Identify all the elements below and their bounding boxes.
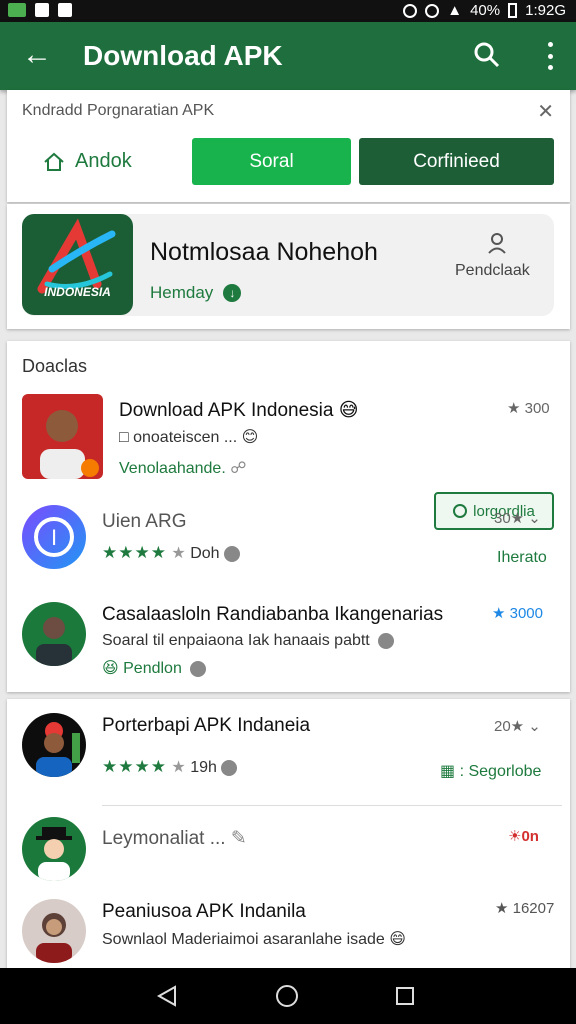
app-list-card: Porterbapi APK Indaneia ★★★★ ★ 19h 20★ ⌄… — [7, 699, 570, 969]
battery-icon — [508, 3, 518, 18]
svg-text:I: I — [51, 525, 57, 550]
image-notification-icon — [35, 3, 49, 17]
list-item[interactable]: Download APK Indonesia 😅 □ onoateiscen .… — [7, 391, 570, 530]
notification-icon — [8, 3, 26, 17]
featured-title: Notmlosaa Nohehoh — [150, 238, 378, 266]
featured-app-logo: INDONESIA — [22, 214, 133, 315]
app-subtitle: Soaral til enpaiaona Iak hanaais pabtt — [102, 632, 395, 650]
app-avatar — [22, 602, 86, 666]
app-rating-value: 20★ — [494, 718, 525, 735]
list-item[interactable]: Leymonaliat ... ✎ ☀0n — [7, 811, 570, 886]
globe-icon — [378, 632, 395, 649]
app-title: Porterbapi APK Indaneia — [102, 715, 311, 736]
app-title: Download APK Indonesia 😅 — [119, 399, 359, 422]
featured-action[interactable]: Pendclaak — [455, 262, 530, 280]
app-bar: ← Download APK — [0, 22, 576, 90]
bar-chart-icon: ▦ — [440, 763, 456, 780]
globe-icon — [220, 759, 237, 776]
app-title-text: Download APK Indonesia — [119, 400, 334, 421]
app-rating: ★ 16207 — [495, 900, 555, 917]
app-rating: 30★ ⌄ — [494, 510, 541, 527]
sync-icon — [425, 3, 440, 18]
app-rating-value: 30★ — [494, 510, 525, 527]
status-bar: ▲ 40% 1:92G — [0, 0, 576, 22]
app-status: Iherato — [497, 549, 547, 566]
app-avatar — [22, 817, 86, 881]
featured-app-card[interactable]: INDONESIA Notmlosaa Nohehoh Hemday ↓ Pen… — [7, 204, 570, 329]
app-rating-text: Doh — [190, 545, 220, 562]
app-status: ▦ : Segorlobe — [440, 763, 542, 780]
alarm-icon — [403, 3, 418, 18]
filter-card: Kndradd Porgnaratian APK ✕ Andok Soral C… — [7, 90, 570, 202]
app-developer-text: Venolaahande. — [119, 460, 226, 477]
nav-back-icon[interactable] — [156, 985, 178, 1007]
filter-label: Kndradd Porgnaratian APK — [22, 102, 215, 119]
list-item[interactable]: Peaniusoa APK Indanila Sownlaol Maderiai… — [7, 893, 570, 968]
globe-icon — [190, 660, 207, 677]
app-title: Leymonaliat ... ✎ — [102, 827, 247, 850]
system-navigation-bar — [0, 968, 576, 1024]
logo-text: INDONESIA — [44, 285, 111, 299]
app-rating: 20★ ⌄ — [494, 718, 541, 735]
app-status-text: Segorlobe — [468, 763, 542, 780]
list-item[interactable]: Porterbapi APK Indaneia ★★★★ ★ 19h 20★ ⌄… — [7, 709, 570, 799]
search-icon[interactable] — [474, 42, 500, 68]
app-avatar — [22, 713, 86, 777]
app-subtitle-text: onoateiscen ... — [133, 429, 238, 446]
app-subtitle: Sownlaol Maderiaimoi asaranlahe isade 😄 — [102, 931, 406, 948]
app-title-text: Leymonaliat ... — [102, 828, 226, 849]
featured-subtitle: Hemday ↓ — [150, 283, 242, 303]
app-subtitle-text: Soaral til enpaiaona Iak hanaais pabtt — [102, 632, 370, 649]
back-arrow-icon[interactable]: ← — [22, 40, 52, 70]
clock: 1:92G — [525, 2, 566, 19]
app-developer-text: Pendlon — [123, 660, 182, 677]
app-rating-row: ★★★★ ★ Doh — [102, 543, 240, 563]
divider — [102, 805, 562, 806]
battery-percent: 40% — [470, 2, 501, 19]
download-notification-icon — [58, 3, 72, 17]
app-list-card: Doaclas Download APK Indonesia 😅 □ onoat… — [7, 341, 570, 692]
user-icon — [488, 233, 506, 254]
close-icon[interactable]: ✕ — [537, 99, 554, 124]
confirm-button[interactable]: Corfinieed — [359, 138, 554, 185]
home-icon — [44, 152, 64, 171]
app-avatar — [22, 899, 86, 963]
more-options-icon[interactable] — [546, 42, 554, 70]
pencil-icon: ✎ — [230, 828, 247, 849]
sort-button[interactable]: Soral — [192, 138, 351, 185]
app-rating: ☀0n — [508, 828, 539, 845]
app-developer: 😆 Pendlon — [102, 658, 207, 678]
emoji-icon: 😅 — [338, 400, 359, 421]
app-title: Uien ARG — [102, 511, 187, 532]
section-title: Doaclas — [22, 356, 88, 376]
app-subtitle: □ onoateiscen ... 😊 — [119, 429, 259, 446]
app-title: Peaniusoa APK Indanila — [102, 901, 306, 922]
app-avatar: I — [22, 505, 86, 569]
app-avatar — [22, 394, 103, 479]
app-developer: Venolaahande. ☍ — [119, 458, 246, 478]
home-filter-button[interactable]: Andok — [43, 150, 132, 173]
list-item[interactable]: I Uien ARG ★★★★ ★ Doh 30★ ⌄ Iherato — [7, 501, 570, 581]
app-rating-row: ★★★★ ★ 19h — [102, 757, 237, 777]
app-rating-text: 19h — [190, 759, 217, 776]
nav-recent-apps-icon[interactable] — [396, 987, 414, 1005]
app-rating: ★ 300 — [507, 400, 550, 417]
logo-emblem-icon — [37, 218, 116, 294]
app-subtitle-text: Sownlaol Maderiaimoi asaranlahe isade — [102, 931, 385, 948]
globe-icon — [223, 545, 240, 562]
home-filter-label: Andok — [75, 150, 132, 172]
app-title: Casalaasloln Randiabanba Ikangenarias — [102, 604, 444, 625]
page-title: Download APK — [83, 40, 283, 71]
featured-subtitle-text: Hemday — [150, 283, 214, 302]
wifi-icon: ▲ — [447, 2, 463, 19]
list-item[interactable]: Casalaasloln Randiabanba Ikangenarias So… — [7, 596, 570, 686]
download-icon: ↓ — [223, 284, 242, 302]
nav-home-icon[interactable] — [276, 985, 298, 1007]
link-icon: ☍ — [230, 460, 247, 477]
app-rating: ★ 3000 — [492, 605, 543, 622]
